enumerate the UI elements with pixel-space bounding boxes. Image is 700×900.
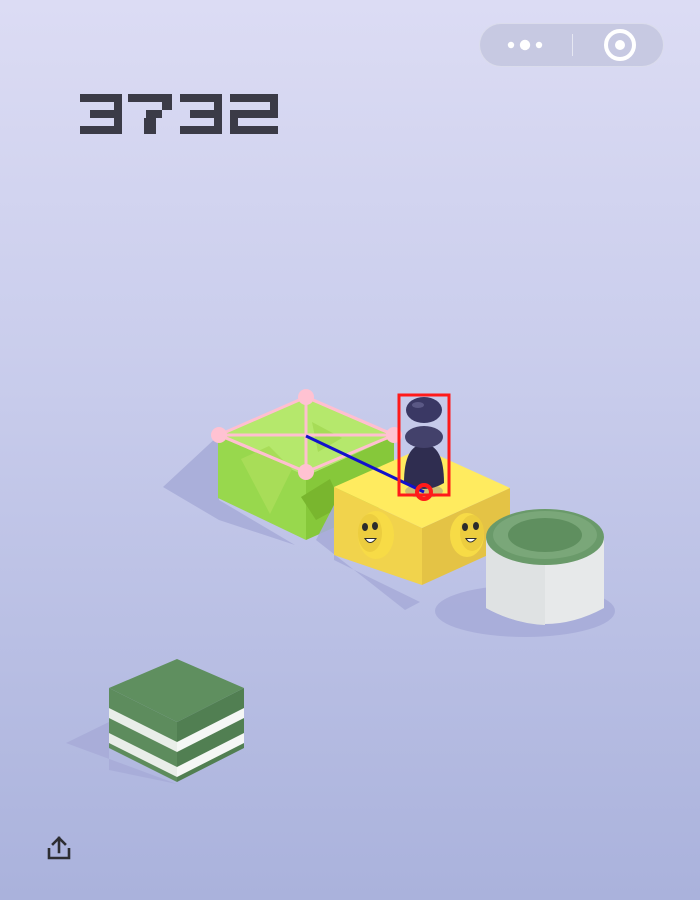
share-icon <box>47 836 71 860</box>
player-character <box>404 397 444 498</box>
left-smiley-face <box>358 511 394 559</box>
share-button[interactable] <box>44 833 74 863</box>
striped-stack-platform <box>66 659 244 784</box>
right-smiley-face <box>450 513 484 557</box>
game-scene <box>66 389 615 784</box>
